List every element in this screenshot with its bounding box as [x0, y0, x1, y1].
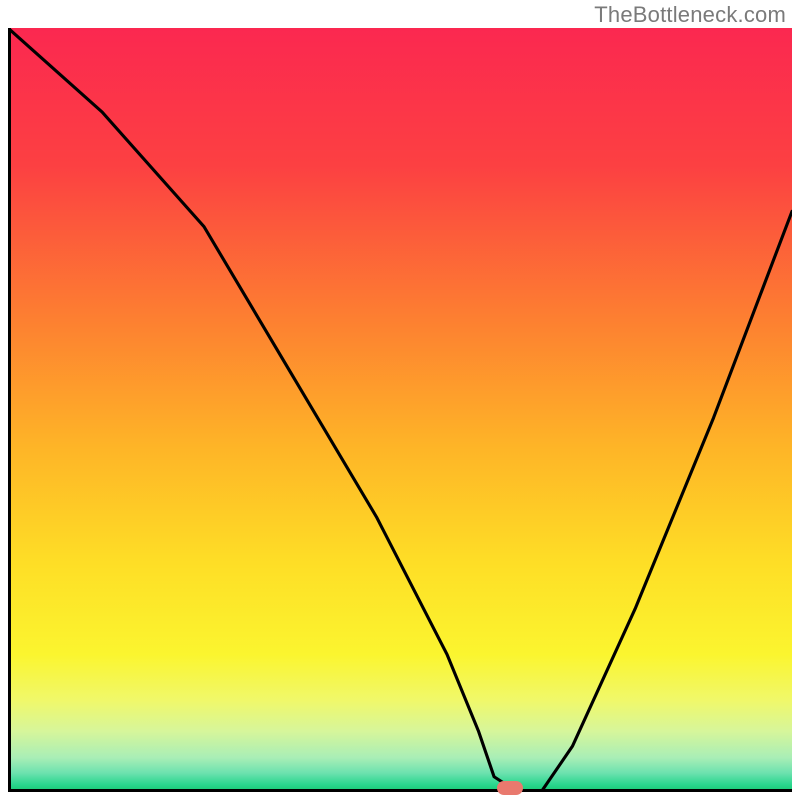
chart-stage: TheBottleneck.com: [0, 0, 800, 800]
plot-axes: [8, 28, 792, 792]
watermark-text: TheBottleneck.com: [594, 2, 786, 28]
optimal-marker: [497, 781, 523, 795]
